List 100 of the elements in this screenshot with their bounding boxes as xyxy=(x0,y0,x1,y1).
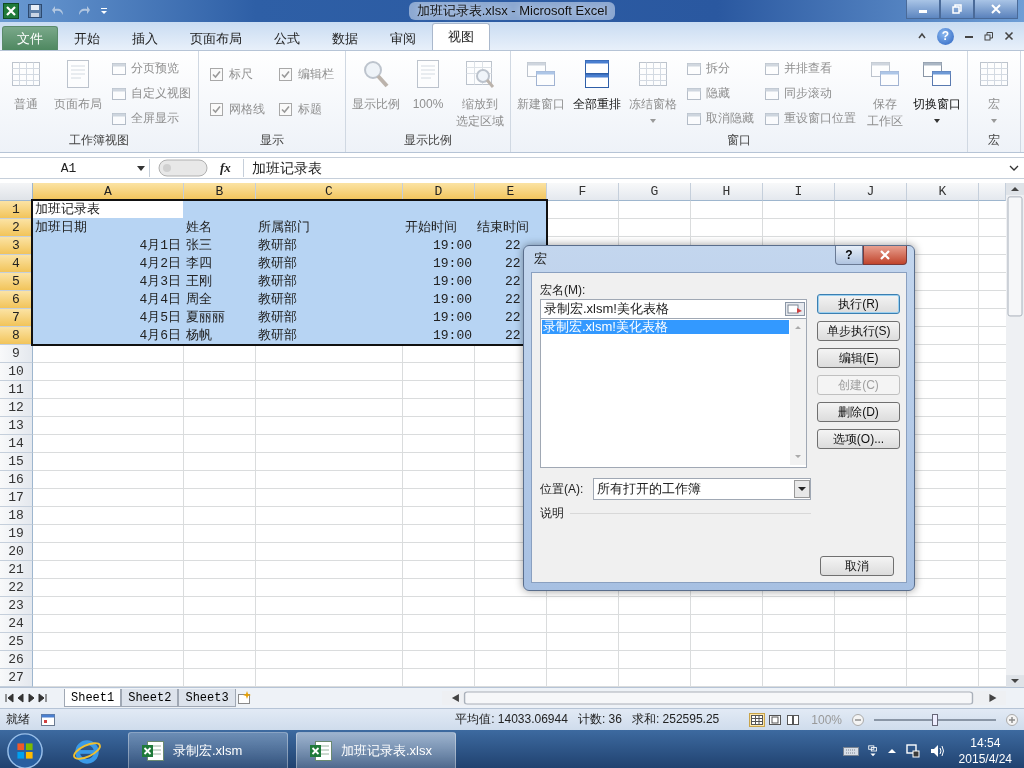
cancel-button[interactable]: 取消 xyxy=(820,556,894,576)
column-header[interactable]: I xyxy=(763,183,835,201)
sheet-tab[interactable]: Sheet2 xyxy=(121,689,179,707)
table-cell: 19:00 xyxy=(433,274,472,289)
zoom-slider-thumb[interactable] xyxy=(932,713,938,726)
row-header[interactable]: 9 xyxy=(0,345,33,363)
row-header[interactable]: 18 xyxy=(0,507,33,525)
restore-button[interactable] xyxy=(940,0,974,19)
status-text: 就绪 xyxy=(6,711,30,728)
field-label: 宏名(M): xyxy=(540,282,587,299)
view-button[interactable] xyxy=(785,712,802,727)
view-button[interactable] xyxy=(749,712,766,727)
row-header[interactable]: 20 xyxy=(0,543,33,561)
row-header[interactable]: 14 xyxy=(0,435,33,453)
ribbon-tab[interactable]: 数据 xyxy=(316,26,374,50)
row-header[interactable]: 7 xyxy=(0,309,33,327)
row-header[interactable]: 19 xyxy=(0,525,33,543)
taskbar-button[interactable]: 录制宏.xlsm xyxy=(128,731,288,768)
row-header[interactable]: 11 xyxy=(0,381,33,399)
row-header[interactable]: 3 xyxy=(0,237,33,255)
table-cell: 教研部 xyxy=(258,237,297,254)
ribbon-tab[interactable]: 审阅 xyxy=(374,26,432,50)
expand-caret-icon[interactable] xyxy=(1009,163,1019,173)
list-scrollbar[interactable] xyxy=(790,319,806,465)
formula-input[interactable]: 加班记录表 xyxy=(242,159,1004,177)
column-header[interactable]: H xyxy=(691,183,763,201)
row-header[interactable]: 1 xyxy=(0,201,33,219)
vertical-scrollbar[interactable] xyxy=(1006,183,1024,687)
row-header[interactable]: 27 xyxy=(0,669,33,687)
splitter-handle-icon[interactable] xyxy=(158,159,208,177)
row-header[interactable]: 10 xyxy=(0,363,33,381)
collapse-dialog-icon[interactable] xyxy=(785,302,805,316)
windows-tray-icon[interactable] xyxy=(866,744,879,757)
table-cell: 结束时间 xyxy=(477,219,529,236)
ribbon-tab[interactable]: 插入 xyxy=(116,26,174,50)
customize-caret-icon[interactable] xyxy=(99,6,109,16)
minimize-button[interactable] xyxy=(906,0,940,19)
start-button-icon[interactable] xyxy=(6,731,44,768)
row-header[interactable]: 16 xyxy=(0,471,33,489)
row-header[interactable]: 6 xyxy=(0,291,33,309)
close-button[interactable] xyxy=(974,0,1018,19)
sheet-tab[interactable]: Sheet3 xyxy=(178,689,236,707)
row-header[interactable]: 5 xyxy=(0,273,33,291)
column-header[interactable]: F xyxy=(547,183,619,201)
macro-name-field[interactable]: 录制宏.xlsm!美化表格 xyxy=(540,299,807,319)
sheet-tab[interactable]: Sheet1 xyxy=(64,689,122,707)
dialog-button[interactable]: 单步执行(S) xyxy=(817,321,900,341)
ribbon-tab[interactable]: 公式 xyxy=(258,26,316,50)
ribbon-button[interactable]: 全部重排 xyxy=(570,56,624,113)
column-header[interactable]: G xyxy=(619,183,691,201)
collapse-ribbon-icon[interactable] xyxy=(917,31,927,41)
name-box[interactable]: A1 xyxy=(0,159,150,177)
save-icon[interactable] xyxy=(27,3,43,19)
clock-time[interactable]: 14:54 xyxy=(970,734,1001,751)
table-cell: 张三 xyxy=(186,237,212,254)
ribbon-tab[interactable]: 页面布局 xyxy=(174,26,258,50)
row-header[interactable]: 17 xyxy=(0,489,33,507)
table-cell: 4月2日 xyxy=(139,256,181,271)
close-icon[interactable] xyxy=(1004,31,1014,41)
insert-sheet-icon[interactable] xyxy=(235,690,252,706)
table-cell: 周全 xyxy=(186,291,212,308)
row-header[interactable]: 21 xyxy=(0,561,33,579)
close-button[interactable] xyxy=(863,246,907,265)
help-button[interactable]: ? xyxy=(835,246,863,265)
checkbox-icon xyxy=(279,103,292,116)
row-header[interactable]: 23 xyxy=(0,597,33,615)
excel-logo-icon[interactable] xyxy=(3,3,19,19)
column-header[interactable]: K xyxy=(907,183,979,201)
file-tab[interactable]: 文件 xyxy=(2,26,58,50)
ribbon-button[interactable]: 切换窗口 xyxy=(910,56,964,123)
insert-function-button[interactable]: fx xyxy=(220,160,231,176)
row-header[interactable]: 12 xyxy=(0,399,33,417)
dialog-button[interactable]: 执行(R) xyxy=(817,294,900,314)
table-cell: 4月6日 xyxy=(139,328,181,343)
row-header[interactable]: 8 xyxy=(0,327,33,345)
row-header[interactable]: 25 xyxy=(0,633,33,651)
active-cell[interactable] xyxy=(33,201,183,218)
row-header[interactable]: 13 xyxy=(0,417,33,435)
row-header[interactable]: 4 xyxy=(0,255,33,273)
row-header[interactable]: 2 xyxy=(0,219,33,237)
row-header[interactable]: 24 xyxy=(0,615,33,633)
clock-date[interactable]: 2015/4/24 xyxy=(958,750,1012,767)
table-cell: 19:00 xyxy=(433,292,472,307)
dialog-button[interactable]: 编辑(E) xyxy=(817,348,900,368)
macro-record-icon[interactable] xyxy=(40,711,56,728)
dialog-button[interactable]: 删除(D) xyxy=(817,402,900,422)
location-dropdown[interactable]: 所有打开的工作簿 xyxy=(593,478,811,500)
ribbon-tab[interactable]: 视图 xyxy=(432,23,490,50)
network-icon[interactable] xyxy=(904,742,921,759)
dialog-button[interactable]: 选项(O)... xyxy=(817,429,900,449)
table-cell: 22 xyxy=(505,310,521,325)
row-header[interactable]: 15 xyxy=(0,453,33,471)
view-button[interactable] xyxy=(767,712,784,727)
ribbon-tab[interactable]: 开始 xyxy=(58,26,116,50)
row-header[interactable]: 26 xyxy=(0,651,33,669)
row-header[interactable]: 22 xyxy=(0,579,33,597)
restore-icon[interactable] xyxy=(984,31,994,41)
column-header[interactable]: J xyxy=(835,183,907,201)
table-cell: 教研部 xyxy=(258,255,297,272)
zoom-in-icon[interactable] xyxy=(1006,713,1018,726)
